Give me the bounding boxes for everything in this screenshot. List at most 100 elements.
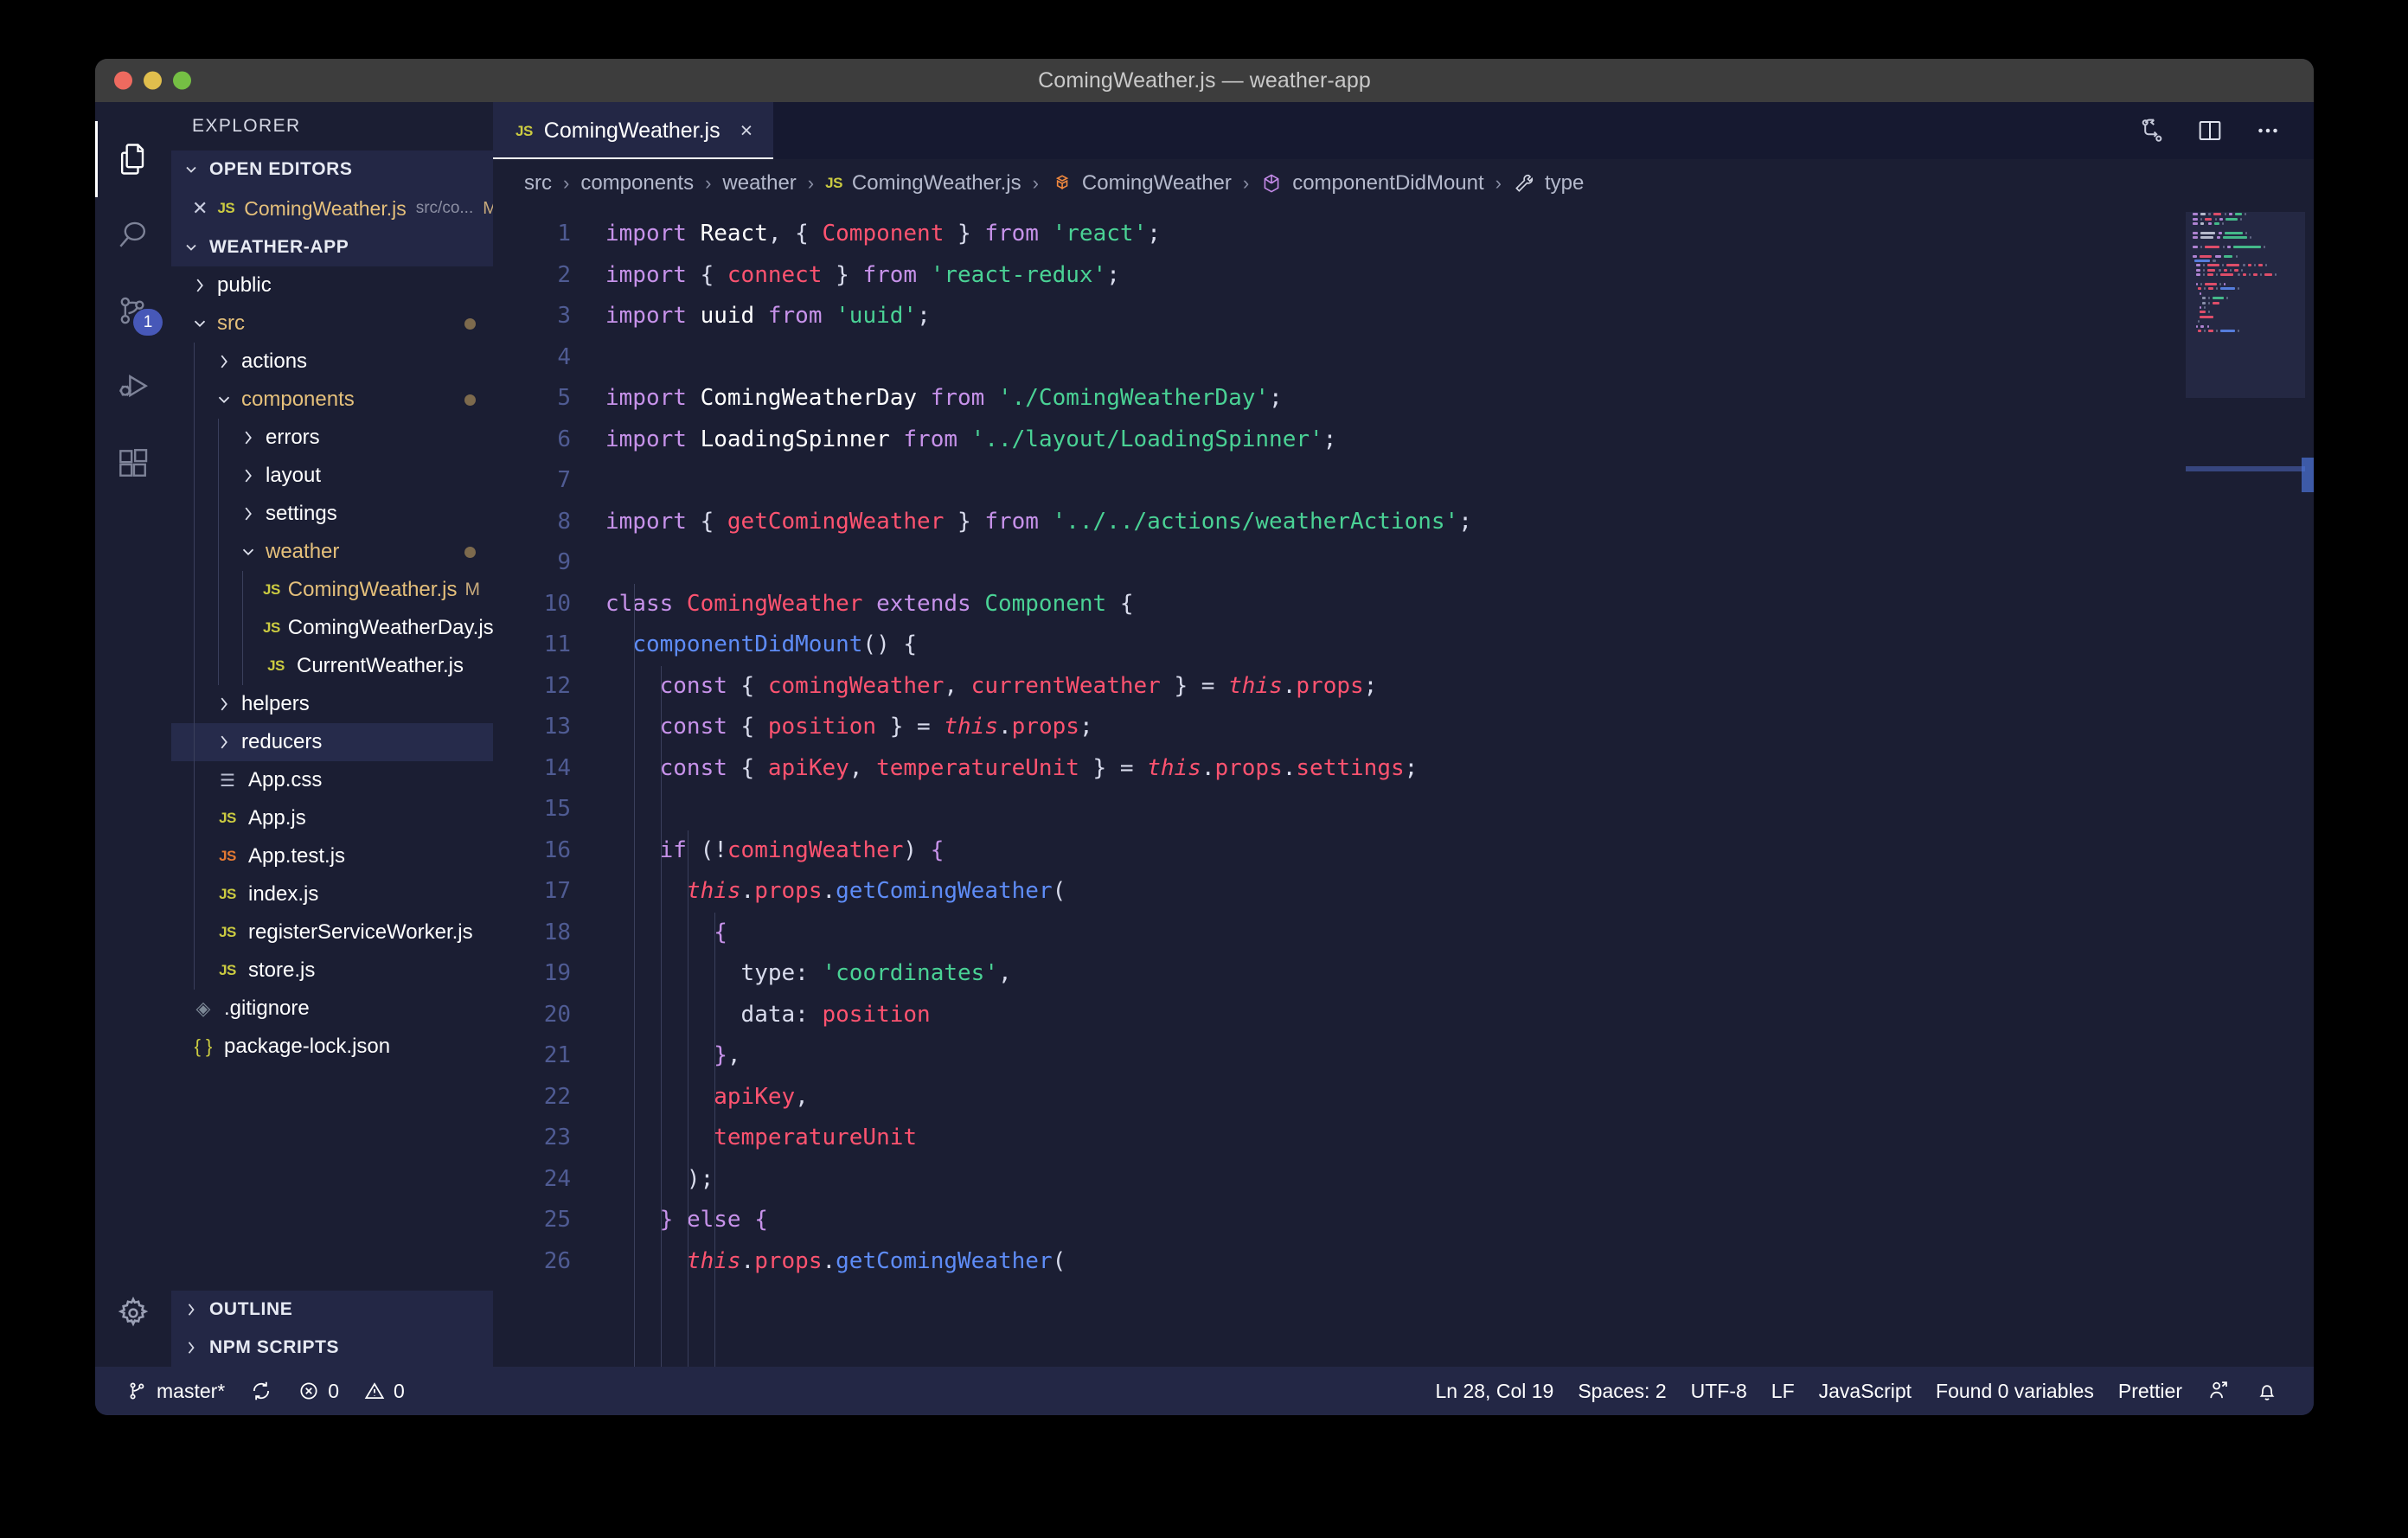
tree-file-row[interactable]: { } package-lock.json — [171, 1028, 493, 1066]
status-notifications-bell-icon[interactable] — [2243, 1379, 2291, 1403]
tree-file-row[interactable]: JS store.js — [171, 952, 493, 990]
tree-file-row[interactable]: JS ComingWeatherDay.js — [171, 609, 493, 647]
tree-file-row[interactable]: ☰ App.css — [171, 761, 493, 799]
chevron-right-icon — [182, 1300, 201, 1319]
breadcrumb-item[interactable]: JS ComingWeather.js — [825, 171, 1021, 195]
editor-scrollbar[interactable] — [2302, 207, 2314, 1367]
status-formatter[interactable]: Prettier — [2106, 1380, 2194, 1403]
status-sync[interactable] — [237, 1379, 285, 1403]
tree-file-row[interactable]: JS ComingWeather.js M — [171, 571, 493, 609]
code-line: ); — [686, 1165, 714, 1192]
tree-folder-row[interactable]: public — [171, 266, 493, 304]
code-line: const { comingWeather, currentWeather } … — [659, 672, 1378, 699]
workspace-section-header[interactable]: WEATHER-APP — [171, 228, 493, 266]
code-line: this.props.getComingWeather( — [686, 878, 1066, 904]
minimize-window-button[interactable] — [144, 71, 162, 90]
breadcrumb-item-label: type — [1545, 170, 1585, 195]
status-indentation[interactable]: Spaces: 2 — [1566, 1380, 1678, 1403]
status-live-share[interactable] — [2194, 1379, 2243, 1403]
tree-indent-guide — [194, 571, 195, 609]
close-window-button[interactable] — [114, 71, 132, 90]
tree-folder-row[interactable]: errors — [171, 419, 493, 457]
code-content[interactable]: import React, { Component } from 'react'… — [586, 207, 2186, 1367]
line-number: 17 — [543, 878, 571, 904]
tree-file-row[interactable]: ◈ .gitignore — [171, 990, 493, 1028]
minimap[interactable] — [2186, 207, 2314, 1367]
status-branch[interactable]: master* — [114, 1380, 237, 1403]
source-control-badge: 1 — [133, 309, 163, 336]
code-line: import { getComingWeather } from '../../… — [605, 508, 1472, 535]
tree-folder-row[interactable]: settings — [171, 495, 493, 533]
tree-item-label: errors — [266, 426, 320, 449]
tree-indent-guide — [194, 913, 195, 952]
outline-section-header[interactable]: OUTLINE — [171, 1291, 493, 1329]
tree-folder-row[interactable]: weather — [171, 533, 493, 571]
line-number: 19 — [543, 960, 571, 986]
js-icon: JS — [263, 619, 280, 636]
tree-indent-guide — [194, 837, 195, 875]
js-test-icon: JS — [219, 848, 236, 864]
open-editors-section-header[interactable]: OPEN EDITORS — [171, 151, 493, 189]
breadcrumb-item[interactable]: type — [1513, 171, 1584, 195]
close-icon[interactable]: ✕ — [192, 199, 208, 218]
npm-scripts-section-header[interactable]: NPM SCRIPTS — [171, 1329, 493, 1367]
split-changes-icon[interactable] — [2137, 116, 2167, 145]
maximize-window-button[interactable] — [173, 71, 191, 90]
status-found-variables[interactable]: Found 0 variables — [1924, 1380, 2106, 1403]
scrollbar-thumb[interactable] — [2302, 458, 2314, 492]
status-warnings[interactable]: 0 — [351, 1380, 417, 1403]
activity-run-debug-icon[interactable] — [95, 349, 171, 426]
breadcrumb-item[interactable]: ComingWeather — [1050, 171, 1232, 195]
tree-item-label: layout — [266, 464, 322, 487]
tab-close-icon[interactable]: × — [740, 120, 753, 142]
line-number: 15 — [543, 796, 571, 822]
js-icon: JS — [219, 810, 236, 826]
minimap-viewport-slider[interactable] — [2186, 212, 2305, 398]
tree-folder-row[interactable]: reducers — [171, 723, 493, 761]
tree-indent-guide — [194, 761, 195, 799]
tree-file-row[interactable]: JS App.test.js — [171, 837, 493, 875]
status-errors[interactable]: 0 — [285, 1380, 351, 1403]
line-number: 26 — [543, 1247, 571, 1274]
activity-extensions-icon[interactable] — [95, 426, 171, 502]
status-eol[interactable]: LF — [1759, 1380, 1807, 1403]
tree-folder-row[interactable]: actions — [171, 343, 493, 381]
activity-search-icon[interactable] — [95, 197, 171, 273]
outline-label: OUTLINE — [209, 1299, 293, 1319]
tree-item-label: store.js — [248, 958, 316, 982]
breadcrumb-item[interactable]: weather — [722, 171, 796, 195]
indent-guide — [634, 583, 635, 1367]
activity-source-control-icon[interactable]: 1 — [95, 273, 171, 349]
tree-indent-guide — [218, 419, 219, 457]
tree-file-row[interactable]: JS index.js — [171, 875, 493, 913]
tree-folder-row[interactable]: layout — [171, 457, 493, 495]
editor-area: JS ComingWeather.js × src › components ›… — [493, 102, 2314, 1367]
breadcrumb-item[interactable]: components — [580, 171, 694, 195]
tree-file-row[interactable]: JS registerServiceWorker.js — [171, 913, 493, 952]
tree-folder-row[interactable]: helpers — [171, 685, 493, 723]
tree-item-label: settings — [266, 502, 337, 525]
status-language-mode[interactable]: JavaScript — [1807, 1380, 1924, 1403]
code-line: import React, { Component } from 'react'… — [605, 221, 1161, 247]
more-actions-icon[interactable] — [2253, 116, 2283, 145]
tree-folder-row[interactable]: src — [171, 304, 493, 343]
tree-file-row[interactable]: JS App.js — [171, 799, 493, 837]
tab-comingweather-js[interactable]: JS ComingWeather.js × — [493, 102, 774, 159]
tree-indent-guide — [242, 609, 243, 647]
tree-item-label: actions — [241, 349, 308, 373]
activity-explorer-icon[interactable] — [95, 121, 171, 197]
breadcrumb-item[interactable]: src — [524, 171, 552, 195]
code-editor[interactable]: 1 2 3 4 5 6 7 8 9 10 11 12 13 14 15 16 17 18 19 20 21 22 23 24 2… — [493, 207, 2314, 1367]
status-encoding[interactable]: UTF-8 — [1679, 1380, 1759, 1403]
breadcrumb-item[interactable]: componentDidMount — [1260, 171, 1484, 195]
tree-folder-row[interactable]: components — [171, 381, 493, 419]
tree-file-row[interactable]: JS CurrentWeather.js — [171, 647, 493, 685]
status-cursor-position[interactable]: Ln 28, Col 19 — [1424, 1380, 1566, 1403]
line-number: 16 — [543, 836, 571, 863]
activity-settings-gear-icon[interactable] — [95, 1275, 171, 1351]
open-editor-item[interactable]: ✕ JS ComingWeather.js src/co... M — [171, 189, 497, 228]
line-number: 6 — [557, 426, 571, 452]
code-line: import ComingWeatherDay from './ComingWe… — [605, 385, 1283, 411]
tree-indent-guide — [194, 419, 195, 457]
split-editor-icon[interactable] — [2196, 117, 2224, 144]
